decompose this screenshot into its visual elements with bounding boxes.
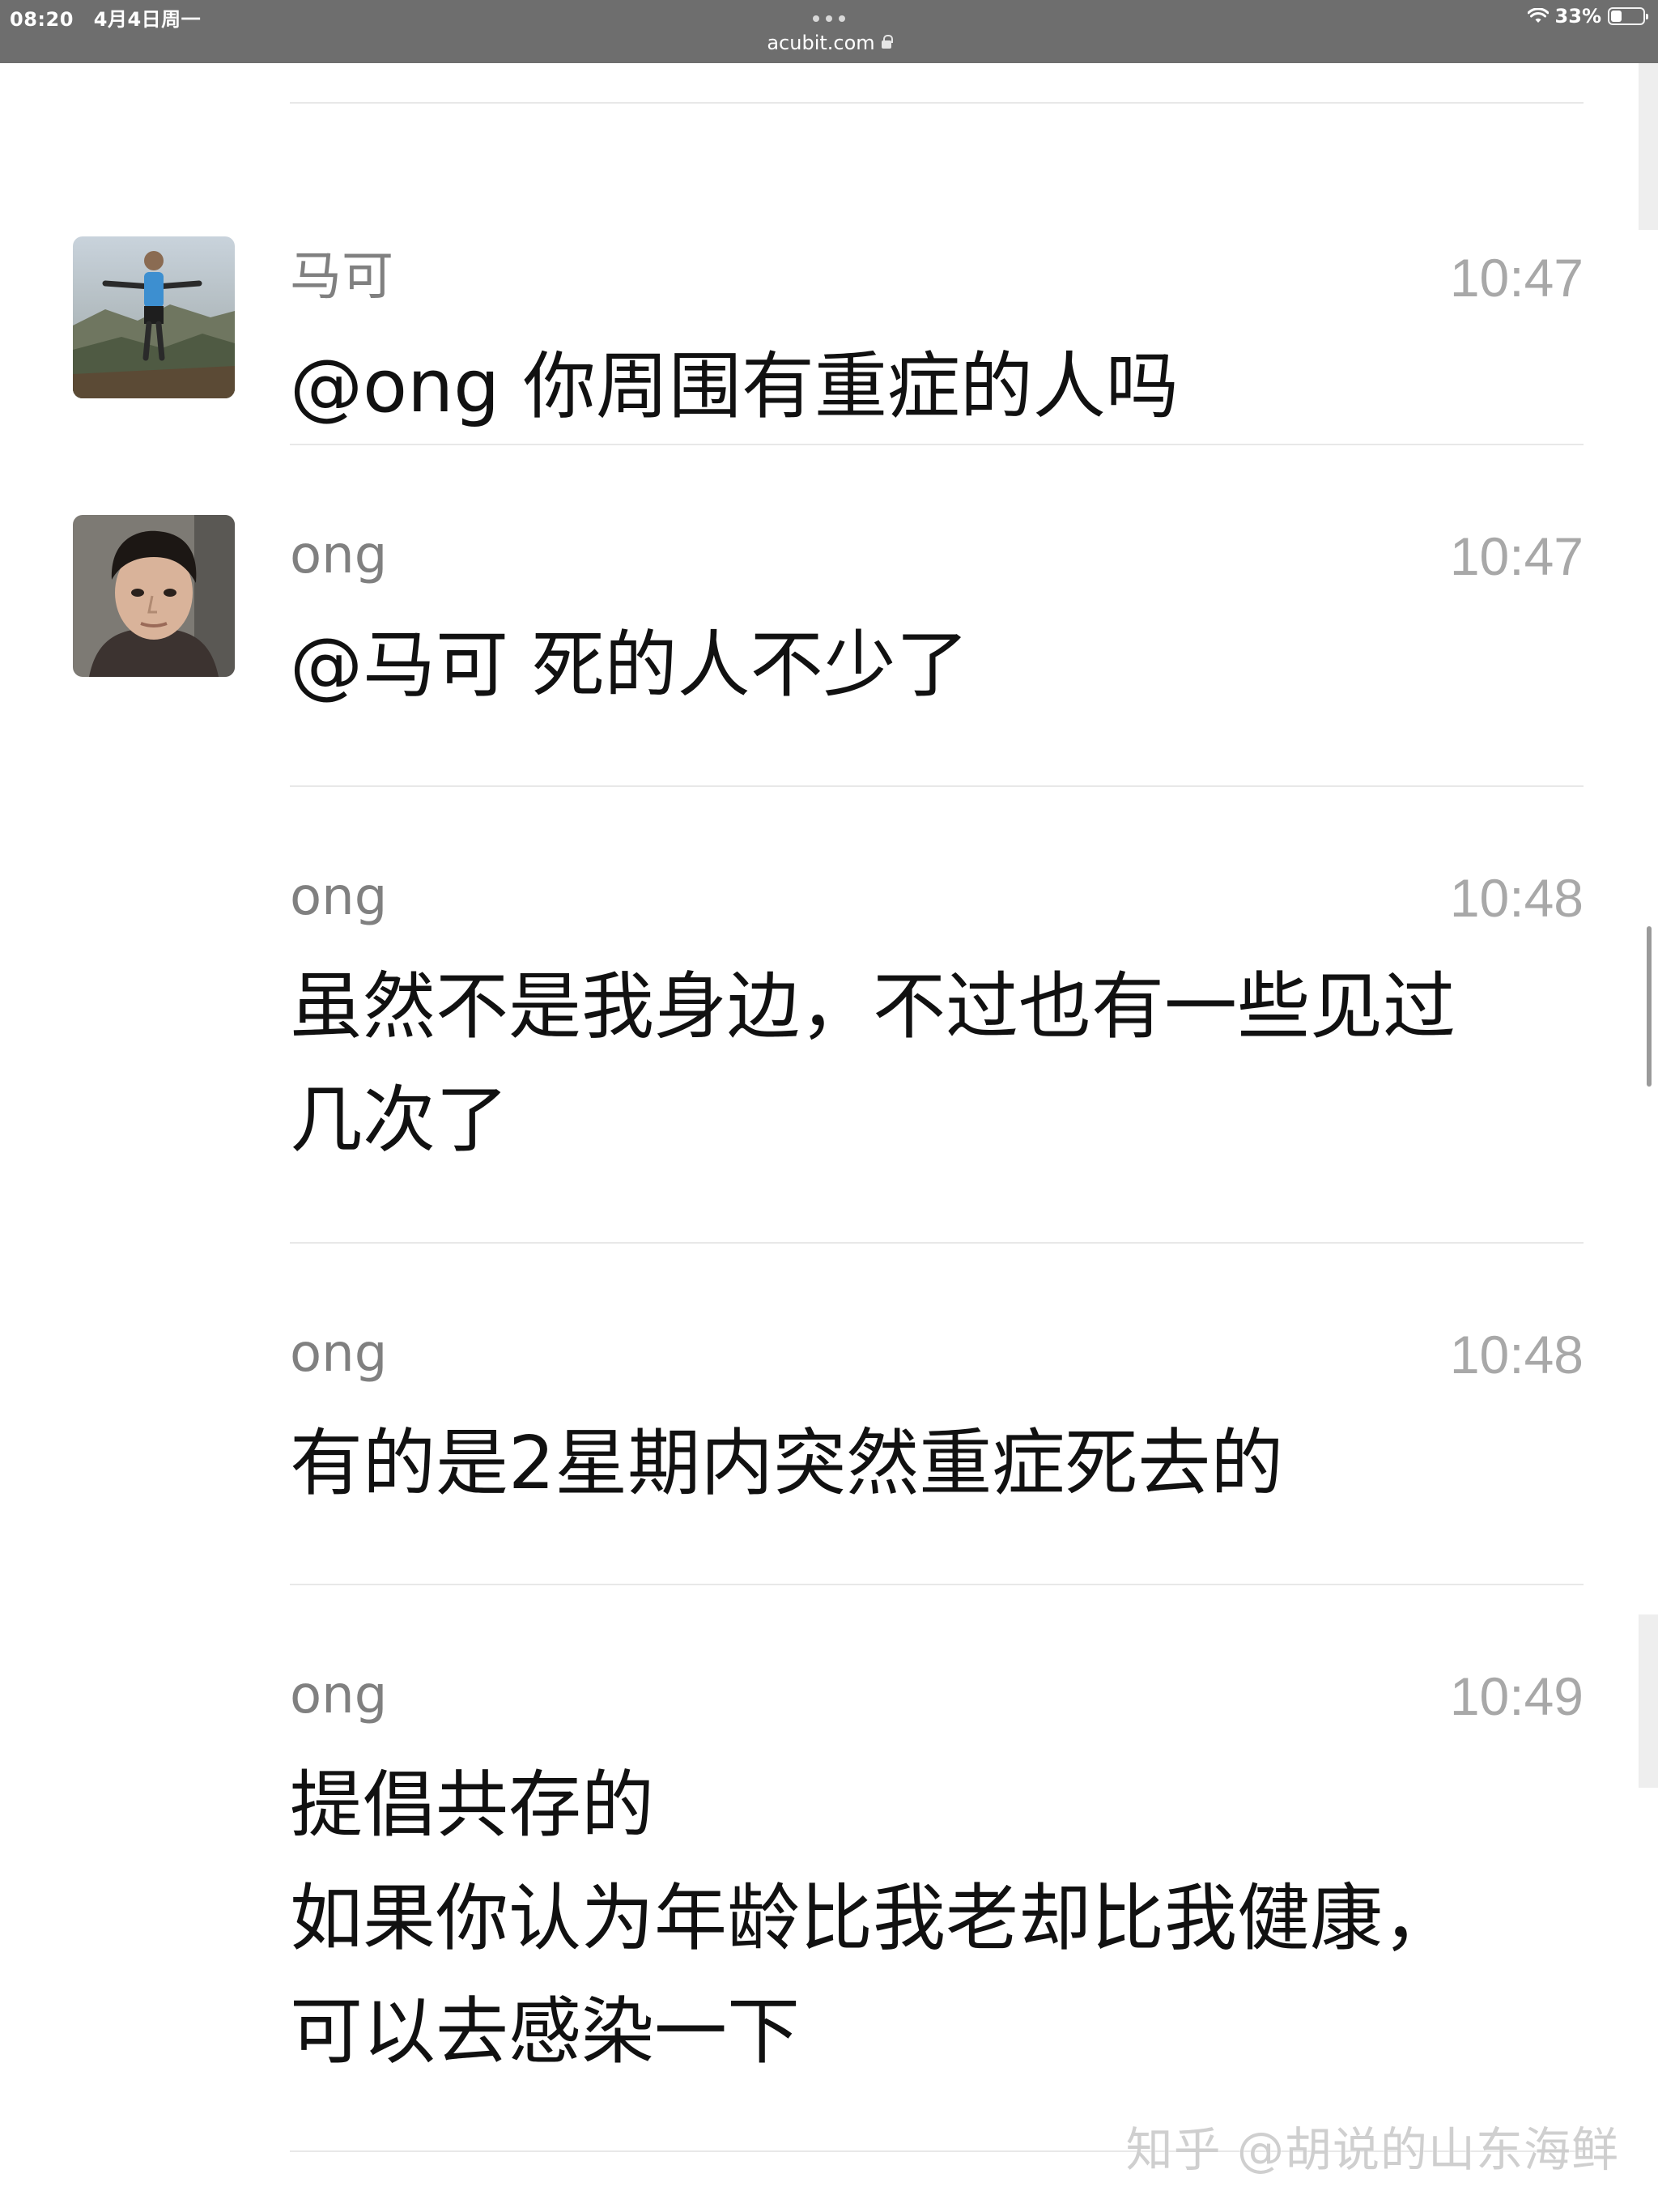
chat-message: ong 10:49 提倡共存的 如果你认为年龄比我老却比我健康， 可以去感染一下 — [0, 1585, 1658, 2152]
address-bar[interactable]: acubit.com — [0, 29, 1658, 57]
chat-message: ong 10:48 有的是2星期内突然重症死去的 — [0, 1244, 1658, 1584]
message-line: 可以去感染一下 — [290, 1989, 800, 2074]
man-face-avatar-icon — [73, 515, 235, 677]
message-time: 10:48 — [1449, 868, 1584, 928]
message-line: 有的是2星期内突然重症死去的 — [290, 1421, 1284, 1506]
watermark-text: 知乎 @胡说的山东海鲜 — [1125, 2122, 1619, 2177]
wifi-icon — [1527, 8, 1549, 23]
status-bar: 08:20 4月4日周一 acubit.com 33% — [0, 0, 1658, 63]
message-line: 几次了 — [290, 1078, 508, 1163]
message-text[interactable]: @马可 死的人不少了 — [290, 609, 1585, 722]
message-line: 如果你认为年龄比我老却比我健康， — [290, 1876, 1456, 1961]
message-line: @马可 死的人不少了 — [290, 623, 969, 708]
status-date: 4月4日周一 — [93, 8, 202, 31]
sender-name: ong — [290, 1665, 388, 1725]
url-text: acubit.com — [767, 32, 875, 54]
avatar[interactable] — [73, 515, 235, 677]
status-time: 08:20 — [10, 8, 74, 31]
message-time: 10:49 — [1449, 1666, 1584, 1726]
chat-message-list[interactable]: 马可 10:47 @ong 你周围有重症的人吗 ong 10:47 @马可 死的 — [0, 63, 1658, 2212]
scrollbar-track[interactable] — [1639, 63, 1658, 230]
message-line: @ong 你周围有重症的人吗 — [290, 344, 1179, 429]
status-time-date: 08:20 4月4日周一 — [10, 3, 201, 32]
battery-fill — [1611, 11, 1622, 22]
scrollbar-track[interactable] — [1639, 1614, 1658, 1788]
message-time: 10:47 — [1449, 248, 1584, 308]
chat-message: ong 10:48 虽然不是我身边，不过也有一些见过 几次了 — [0, 787, 1658, 1242]
divider — [290, 102, 1584, 104]
message-text[interactable]: 有的是2星期内突然重症死去的 — [290, 1407, 1585, 1521]
message-text[interactable]: 虽然不是我身边，不过也有一些见过 几次了 — [290, 951, 1585, 1177]
more-dots-icon[interactable] — [805, 6, 853, 31]
chat-message: 马可 10:47 @ong 你周围有重症的人吗 — [0, 167, 1658, 468]
message-line: 提倡共存的 — [290, 1763, 654, 1848]
chat-message: ong 10:47 @马可 死的人不少了 — [0, 445, 1658, 785]
lock-icon — [881, 35, 893, 49]
status-indicators: 33% — [1527, 3, 1648, 29]
battery-icon — [1608, 7, 1648, 25]
message-time: 10:48 — [1449, 1325, 1584, 1385]
message-text[interactable]: @ong 你周围有重症的人吗 — [290, 330, 1585, 444]
avatar[interactable] — [73, 236, 235, 398]
sender-name: ong — [290, 525, 388, 585]
sender-name: ong — [290, 1324, 388, 1384]
sender-name: 马可 — [290, 247, 393, 307]
battery-percent: 33% — [1554, 5, 1601, 28]
message-time: 10:47 — [1449, 526, 1584, 586]
person-standing-outdoors-avatar-icon — [73, 236, 235, 398]
message-line: 虽然不是我身边，不过也有一些见过 — [290, 964, 1456, 1049]
scrollbar-thumb[interactable] — [1647, 926, 1652, 1087]
sender-name: ong — [290, 867, 388, 927]
message-text[interactable]: 提倡共存的 如果你认为年龄比我老却比我健康， 可以去感染一下 — [290, 1749, 1585, 2089]
